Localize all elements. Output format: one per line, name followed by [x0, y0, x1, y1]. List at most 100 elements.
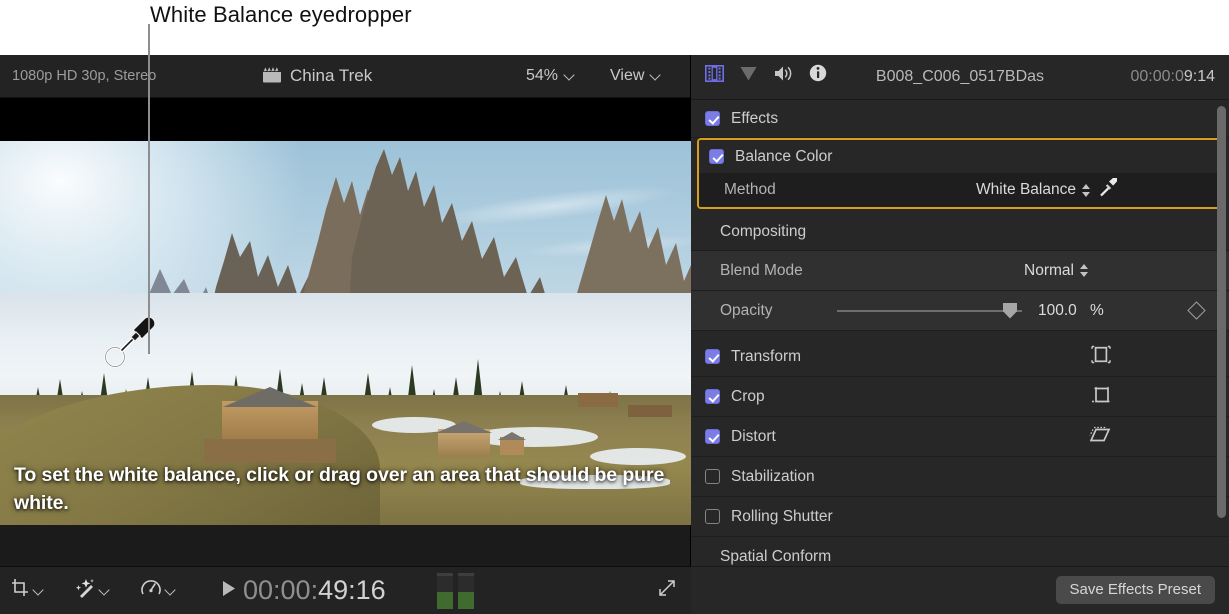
transform-checkbox[interactable]: [705, 349, 720, 364]
crop-icon: [10, 578, 30, 603]
audio-inspector-icon[interactable]: [773, 65, 794, 87]
row-spatial-conform: Spatial Conform: [691, 537, 1229, 566]
audio-meter-left: [437, 573, 453, 609]
callout-leader-line: [148, 24, 150, 354]
timecode-seconds-frames: 49:16: [318, 575, 386, 605]
retime-tool-button[interactable]: [140, 577, 176, 604]
row-effects[interactable]: Effects: [691, 100, 1229, 138]
playhead-timecode[interactable]: 00:00:49:16: [243, 575, 386, 606]
view-menu[interactable]: View: [610, 67, 661, 85]
row-compositing: Compositing: [691, 213, 1229, 251]
stabilization-checkbox[interactable]: [705, 469, 720, 484]
inspector-footer: Save Effects Preset: [691, 566, 1229, 614]
blend-mode-value: Normal: [1024, 262, 1074, 280]
chalet-lower: [204, 439, 336, 463]
rolling-shutter-checkbox[interactable]: [705, 509, 720, 524]
duration-bright: 9:14: [1184, 68, 1215, 85]
opacity-slider-knob[interactable]: [1003, 303, 1017, 319]
clapperboard-icon: [262, 66, 282, 87]
distort-checkbox[interactable]: [705, 429, 720, 444]
transform-label: Transform: [731, 348, 801, 366]
audio-meter-right: [458, 573, 474, 609]
outbuilding: [438, 429, 490, 457]
chevron-down-icon: [651, 70, 661, 80]
effects-checkbox[interactable]: [705, 111, 720, 126]
project-name-label: China Trek: [290, 66, 372, 86]
spatial-conform-label: Spatial Conform: [720, 548, 831, 566]
viewer-pane: 1080p HD 30p, Stereo China Trek 54% View: [0, 55, 691, 614]
crop-checkbox[interactable]: [705, 389, 720, 404]
inspector-pane: B008_C006_0517BDas 00:00:09:14 Effects B…: [691, 55, 1229, 614]
viewer-letterbox-top: [0, 98, 690, 141]
info-inspector-icon[interactable]: [809, 64, 827, 87]
balance-color-group[interactable]: Balance Color Method White Balance: [697, 138, 1221, 209]
viewer-caption-text: To set the white balance, click or drag …: [14, 461, 686, 517]
inspector-tab-icons: [705, 64, 827, 87]
row-opacity[interactable]: Opacity 100.0 %: [691, 291, 1229, 331]
eyedropper-cursor-icon: [104, 312, 160, 368]
chevron-down-icon: [100, 585, 110, 595]
opacity-label: Opacity: [720, 302, 773, 320]
chevron-down-icon: [565, 70, 575, 80]
method-label: Method: [724, 181, 776, 199]
compositing-label: Compositing: [720, 223, 806, 241]
distort-icon[interactable]: [1088, 424, 1112, 449]
method-value: White Balance: [976, 181, 1076, 199]
blend-mode-value-group[interactable]: Normal: [1024, 262, 1089, 280]
callout-annotation-area: White Balance eyedropper: [0, 0, 1229, 55]
row-balance-color[interactable]: Balance Color: [699, 140, 1219, 173]
effects-label: Effects: [731, 110, 778, 128]
audio-meters[interactable]: [437, 573, 474, 609]
eyedropper-icon[interactable]: [1098, 178, 1117, 202]
timecode-hours-minutes: 00:00:: [243, 575, 318, 605]
magic-wand-icon: [74, 577, 96, 604]
enhance-tool-button[interactable]: [74, 577, 110, 604]
chevron-down-icon: [34, 585, 44, 595]
row-crop[interactable]: Crop: [691, 377, 1229, 417]
transform-icon[interactable]: [1090, 344, 1112, 369]
crop-tool-button[interactable]: [10, 578, 44, 603]
inspector-scrollbar-thumb[interactable]: [1217, 106, 1226, 518]
view-menu-label: View: [610, 67, 644, 85]
zoom-level-label: 54%: [526, 67, 558, 85]
up-down-arrows-icon[interactable]: [1082, 183, 1091, 198]
keyframe-diamond-icon[interactable]: [1187, 301, 1205, 319]
chevron-down-icon: [166, 585, 176, 595]
stabilization-label: Stabilization: [731, 468, 815, 486]
row-rolling-shutter[interactable]: Rolling Shutter: [691, 497, 1229, 537]
balance-color-label: Balance Color: [735, 148, 832, 166]
row-method[interactable]: Method White Balance: [699, 173, 1219, 207]
duration-dim: 00:00:0: [1130, 68, 1183, 85]
crop-label: Crop: [731, 388, 765, 406]
rolling-shutter-label: Rolling Shutter: [731, 508, 833, 526]
method-value-group[interactable]: White Balance: [976, 178, 1117, 202]
clip-format-label: 1080p HD 30p, Stereo: [12, 68, 156, 84]
opacity-slider-track[interactable]: [837, 310, 1022, 312]
video-image[interactable]: To set the white balance, click or drag …: [0, 141, 691, 525]
video-inspector-icon[interactable]: [705, 65, 724, 87]
balance-color-checkbox[interactable]: [709, 149, 724, 164]
opacity-unit-label: %: [1090, 302, 1104, 320]
crop-icon[interactable]: [1090, 384, 1112, 409]
save-effects-preset-button[interactable]: Save Effects Preset: [1056, 576, 1215, 604]
inspector-header: B008_C006_0517BDas 00:00:09:14: [691, 55, 1229, 100]
speedometer-icon: [140, 577, 162, 604]
color-inspector-icon[interactable]: [739, 65, 758, 87]
blend-mode-label: Blend Mode: [720, 262, 803, 280]
opacity-value[interactable]: 100.0: [1038, 302, 1077, 320]
final-cut-pro-window: 1080p HD 30p, Stereo China Trek 54% View: [0, 55, 1229, 614]
viewer-top-toolbar: 1080p HD 30p, Stereo China Trek 54% View: [0, 55, 690, 98]
play-button[interactable]: [222, 580, 236, 602]
row-blend-mode[interactable]: Blend Mode Normal: [691, 251, 1229, 291]
far-barn-2: [628, 405, 672, 417]
row-stabilization[interactable]: Stabilization: [691, 457, 1229, 497]
up-down-arrows-icon[interactable]: [1080, 263, 1089, 278]
row-transform[interactable]: Transform: [691, 337, 1229, 377]
zoom-level-menu[interactable]: 54%: [526, 67, 575, 85]
row-distort[interactable]: Distort: [691, 417, 1229, 457]
expand-viewer-button[interactable]: [657, 578, 677, 603]
distort-label: Distort: [731, 428, 776, 446]
inspector-parameter-list: Effects Balance Color Method White Balan…: [691, 100, 1229, 566]
project-title-group: China Trek: [262, 66, 372, 87]
clip-duration-label: 00:00:09:14: [1130, 68, 1215, 86]
